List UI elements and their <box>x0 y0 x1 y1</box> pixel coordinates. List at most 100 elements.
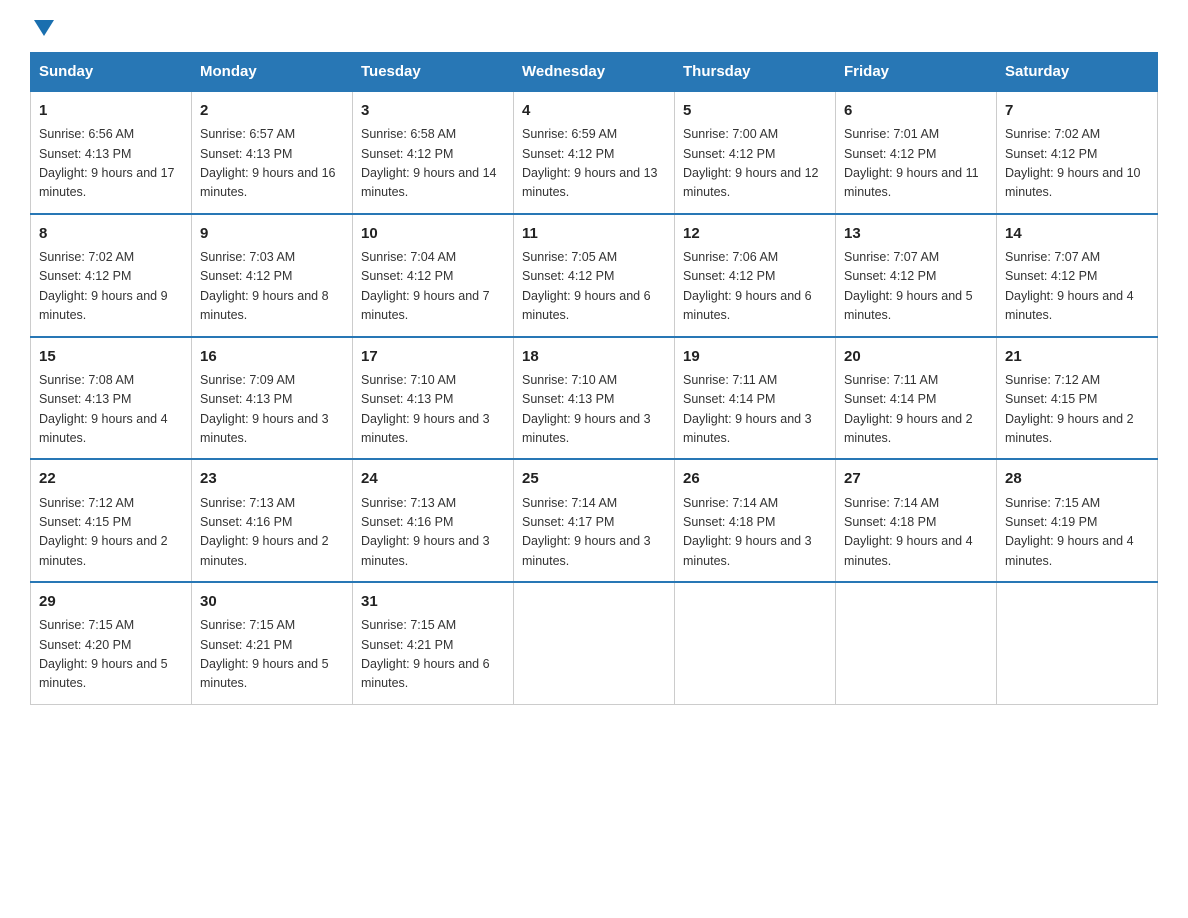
day-info: Sunrise: 7:01 AMSunset: 4:12 PMDaylight:… <box>844 127 979 199</box>
calendar-cell: 31 Sunrise: 7:15 AMSunset: 4:21 PMDayligh… <box>353 582 514 704</box>
day-number: 31 <box>361 590 505 613</box>
day-info: Sunrise: 6:59 AMSunset: 4:12 PMDaylight:… <box>522 127 658 199</box>
day-info: Sunrise: 7:10 AMSunset: 4:13 PMDaylight:… <box>361 373 490 445</box>
calendar-cell: 1 Sunrise: 6:56 AMSunset: 4:13 PMDaylight… <box>31 91 192 214</box>
day-number: 5 <box>683 99 827 122</box>
day-number: 19 <box>683 345 827 368</box>
calendar-cell: 29 Sunrise: 7:15 AMSunset: 4:20 PMDayligh… <box>31 582 192 704</box>
day-info: Sunrise: 7:14 AMSunset: 4:18 PMDaylight:… <box>844 496 973 568</box>
day-info: Sunrise: 7:15 AMSunset: 4:20 PMDaylight:… <box>39 618 168 690</box>
calendar-cell: 10Sunrise: 7:04 AMSunset: 4:12 PMDayligh… <box>353 214 514 337</box>
day-info: Sunrise: 7:02 AMSunset: 4:12 PMDaylight:… <box>1005 127 1141 199</box>
day-number: 16 <box>200 345 344 368</box>
calendar-cell: 5 Sunrise: 7:00 AMSunset: 4:12 PMDaylight… <box>675 91 836 214</box>
col-header-thursday: Thursday <box>675 53 836 92</box>
calendar-cell: 27 Sunrise: 7:14 AMSunset: 4:18 PMDayligh… <box>836 459 997 582</box>
day-number: 21 <box>1005 345 1149 368</box>
day-info: Sunrise: 7:11 AMSunset: 4:14 PMDaylight:… <box>683 373 812 445</box>
logo-text <box>30 20 54 38</box>
day-info: Sunrise: 7:15 AMSunset: 4:21 PMDaylight:… <box>361 618 490 690</box>
week-row-2: 8 Sunrise: 7:02 AMSunset: 4:12 PMDaylight… <box>31 214 1158 337</box>
day-info: Sunrise: 6:56 AMSunset: 4:13 PMDaylight:… <box>39 127 175 199</box>
calendar-cell: 22 Sunrise: 7:12 AMSunset: 4:15 PMDayligh… <box>31 459 192 582</box>
day-number: 11 <box>522 222 666 245</box>
day-number: 23 <box>200 467 344 490</box>
day-info: Sunrise: 7:09 AMSunset: 4:13 PMDaylight:… <box>200 373 329 445</box>
day-number: 13 <box>844 222 988 245</box>
calendar-cell: 7 Sunrise: 7:02 AMSunset: 4:12 PMDaylight… <box>997 91 1158 214</box>
day-info: Sunrise: 7:14 AMSunset: 4:17 PMDaylight:… <box>522 496 651 568</box>
calendar-cell: 9Sunrise: 7:03 AMSunset: 4:12 PMDaylight… <box>192 214 353 337</box>
calendar-cell: 6 Sunrise: 7:01 AMSunset: 4:12 PMDaylight… <box>836 91 997 214</box>
day-number: 3 <box>361 99 505 122</box>
day-info: Sunrise: 7:03 AMSunset: 4:12 PMDaylight:… <box>200 250 329 322</box>
day-number: 12 <box>683 222 827 245</box>
day-number: 10 <box>361 222 505 245</box>
week-row-3: 15 Sunrise: 7:08 AMSunset: 4:13 PMDayligh… <box>31 337 1158 460</box>
calendar-table: SundayMondayTuesdayWednesdayThursdayFrid… <box>30 52 1158 705</box>
col-header-monday: Monday <box>192 53 353 92</box>
col-header-sunday: Sunday <box>31 53 192 92</box>
calendar-cell: 3 Sunrise: 6:58 AMSunset: 4:12 PMDaylight… <box>353 91 514 214</box>
calendar-cell <box>836 582 997 704</box>
day-info: Sunrise: 7:05 AMSunset: 4:12 PMDaylight:… <box>522 250 651 322</box>
day-info: Sunrise: 7:07 AMSunset: 4:12 PMDaylight:… <box>1005 250 1134 322</box>
calendar-cell: 15 Sunrise: 7:08 AMSunset: 4:13 PMDayligh… <box>31 337 192 460</box>
day-info: Sunrise: 7:12 AMSunset: 4:15 PMDaylight:… <box>39 496 168 568</box>
day-info: Sunrise: 7:14 AMSunset: 4:18 PMDaylight:… <box>683 496 812 568</box>
col-header-friday: Friday <box>836 53 997 92</box>
day-number: 1 <box>39 99 183 122</box>
day-number: 27 <box>844 467 988 490</box>
week-row-4: 22 Sunrise: 7:12 AMSunset: 4:15 PMDayligh… <box>31 459 1158 582</box>
day-number: 25 <box>522 467 666 490</box>
calendar-header-row: SundayMondayTuesdayWednesdayThursdayFrid… <box>31 53 1158 92</box>
day-info: Sunrise: 7:10 AMSunset: 4:13 PMDaylight:… <box>522 373 651 445</box>
calendar-cell: 13 Sunrise: 7:07 AMSunset: 4:12 PMDayligh… <box>836 214 997 337</box>
day-number: 6 <box>844 99 988 122</box>
calendar-cell: 11 Sunrise: 7:05 AMSunset: 4:12 PMDayligh… <box>514 214 675 337</box>
day-number: 15 <box>39 345 183 368</box>
day-number: 22 <box>39 467 183 490</box>
calendar-cell: 2Sunrise: 6:57 AMSunset: 4:13 PMDaylight… <box>192 91 353 214</box>
header <box>30 20 1158 34</box>
day-info: Sunrise: 7:02 AMSunset: 4:12 PMDaylight:… <box>39 250 168 322</box>
calendar-cell: 21 Sunrise: 7:12 AMSunset: 4:15 PMDayligh… <box>997 337 1158 460</box>
calendar-cell: 16 Sunrise: 7:09 AMSunset: 4:13 PMDayligh… <box>192 337 353 460</box>
calendar-cell: 20Sunrise: 7:11 AMSunset: 4:14 PMDayligh… <box>836 337 997 460</box>
day-info: Sunrise: 7:15 AMSunset: 4:19 PMDaylight:… <box>1005 496 1134 568</box>
calendar-cell <box>997 582 1158 704</box>
day-info: Sunrise: 7:07 AMSunset: 4:12 PMDaylight:… <box>844 250 973 322</box>
day-info: Sunrise: 7:13 AMSunset: 4:16 PMDaylight:… <box>361 496 490 568</box>
day-info: Sunrise: 7:06 AMSunset: 4:12 PMDaylight:… <box>683 250 812 322</box>
day-info: Sunrise: 7:12 AMSunset: 4:15 PMDaylight:… <box>1005 373 1134 445</box>
col-header-wednesday: Wednesday <box>514 53 675 92</box>
day-number: 28 <box>1005 467 1149 490</box>
col-header-saturday: Saturday <box>997 53 1158 92</box>
day-info: Sunrise: 6:58 AMSunset: 4:12 PMDaylight:… <box>361 127 497 199</box>
day-info: Sunrise: 7:13 AMSunset: 4:16 PMDaylight:… <box>200 496 329 568</box>
calendar-cell: 24Sunrise: 7:13 AMSunset: 4:16 PMDayligh… <box>353 459 514 582</box>
calendar-cell: 25 Sunrise: 7:14 AMSunset: 4:17 PMDayligh… <box>514 459 675 582</box>
day-number: 4 <box>522 99 666 122</box>
week-row-1: 1 Sunrise: 6:56 AMSunset: 4:13 PMDaylight… <box>31 91 1158 214</box>
day-number: 14 <box>1005 222 1149 245</box>
col-header-tuesday: Tuesday <box>353 53 514 92</box>
calendar-cell <box>675 582 836 704</box>
day-number: 17 <box>361 345 505 368</box>
calendar-cell: 19 Sunrise: 7:11 AMSunset: 4:14 PMDayligh… <box>675 337 836 460</box>
calendar-cell <box>514 582 675 704</box>
day-info: Sunrise: 7:00 AMSunset: 4:12 PMDaylight:… <box>683 127 819 199</box>
day-number: 8 <box>39 222 183 245</box>
day-number: 26 <box>683 467 827 490</box>
day-number: 7 <box>1005 99 1149 122</box>
day-number: 30 <box>200 590 344 613</box>
day-info: Sunrise: 7:08 AMSunset: 4:13 PMDaylight:… <box>39 373 168 445</box>
day-info: Sunrise: 6:57 AMSunset: 4:13 PMDaylight:… <box>200 127 336 199</box>
calendar-cell: 12 Sunrise: 7:06 AMSunset: 4:12 PMDayligh… <box>675 214 836 337</box>
day-number: 29 <box>39 590 183 613</box>
day-info: Sunrise: 7:11 AMSunset: 4:14 PMDaylight:… <box>844 373 973 445</box>
calendar-cell: 30Sunrise: 7:15 AMSunset: 4:21 PMDayligh… <box>192 582 353 704</box>
day-number: 18 <box>522 345 666 368</box>
calendar-cell: 23 Sunrise: 7:13 AMSunset: 4:16 PMDayligh… <box>192 459 353 582</box>
calendar-cell: 18 Sunrise: 7:10 AMSunset: 4:13 PMDayligh… <box>514 337 675 460</box>
